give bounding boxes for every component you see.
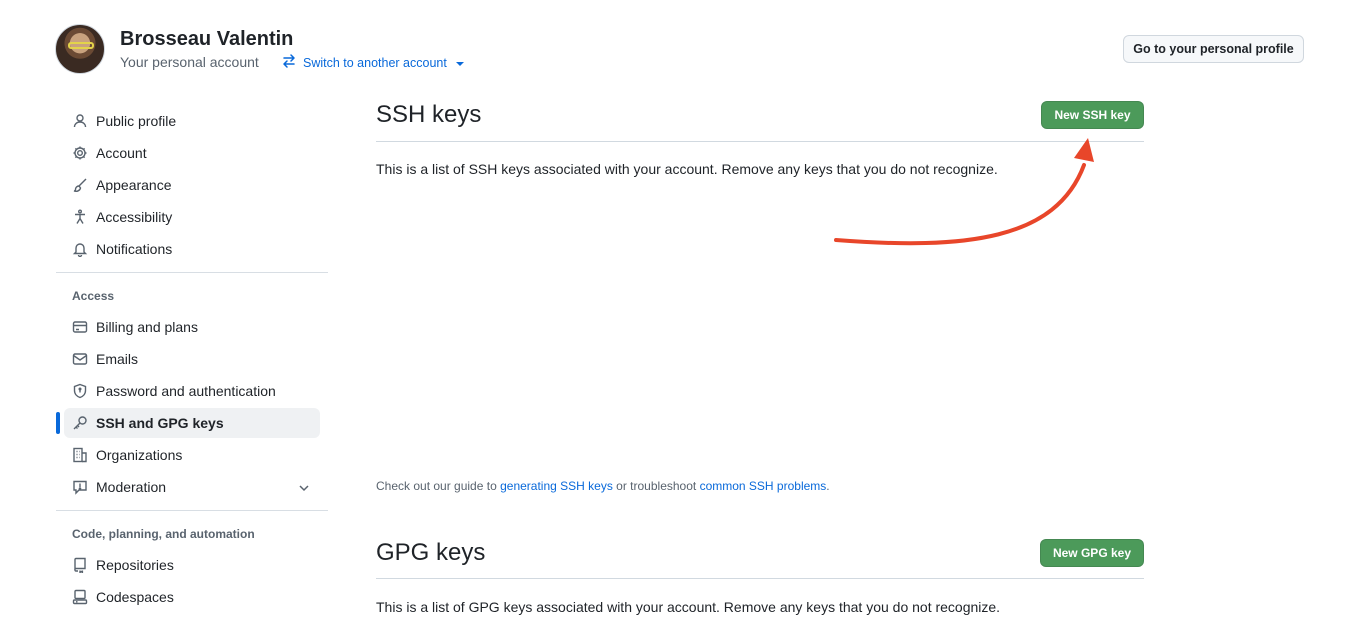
gpg-keys-description: This is a list of GPG keys associated wi… bbox=[376, 599, 1001, 615]
arrow-switch-icon bbox=[281, 53, 297, 72]
paintbrush-icon bbox=[72, 177, 88, 193]
ssh-guide-text: Check out our guide to generating SSH ke… bbox=[376, 479, 830, 493]
report-icon bbox=[72, 479, 88, 495]
go-to-profile-button[interactable]: Go to your personal profile bbox=[1123, 35, 1304, 63]
new-gpg-key-button[interactable]: New GPG key bbox=[1040, 539, 1144, 567]
sidebar-item-emails[interactable]: Emails bbox=[64, 344, 320, 374]
annotation-arrow-icon bbox=[834, 138, 1094, 246]
sidebar-item-label: Account bbox=[96, 145, 147, 161]
sidebar-item-moderation[interactable]: Moderation bbox=[64, 472, 320, 502]
switch-account-label: Switch to another account bbox=[303, 55, 447, 70]
ssh-keys-title: SSH keys bbox=[376, 101, 482, 128]
credit-card-icon bbox=[72, 319, 88, 335]
gpg-keys-title: GPG keys bbox=[376, 539, 486, 566]
sidebar-heading-access: Access bbox=[72, 289, 115, 303]
sidebar-item-label: Organizations bbox=[96, 447, 183, 463]
key-icon bbox=[72, 415, 88, 431]
gear-icon bbox=[72, 145, 88, 161]
sidebar-divider bbox=[56, 510, 328, 511]
sidebar-item-label: Codespaces bbox=[96, 589, 174, 605]
sidebar-item-password[interactable]: Password and authentication bbox=[64, 376, 320, 406]
repo-icon bbox=[72, 557, 88, 573]
sidebar-item-label: Emails bbox=[96, 351, 139, 367]
sidebar-item-notifications[interactable]: Notifications bbox=[64, 234, 320, 264]
person-icon bbox=[72, 113, 88, 129]
new-ssh-key-button[interactable]: New SSH key bbox=[1041, 101, 1144, 129]
sidebar-item-organizations[interactable]: Organizations bbox=[64, 440, 320, 470]
sidebar-item-label: SSH and GPG keys bbox=[96, 415, 224, 431]
sidebar-item-codespaces[interactable]: Codespaces bbox=[64, 582, 320, 612]
account-type-label: Your personal account bbox=[120, 54, 259, 70]
chevron-down-icon[interactable] bbox=[297, 481, 311, 495]
caret-down-icon bbox=[455, 61, 464, 66]
sidebar-item-ssh-gpg-keys[interactable]: SSH and GPG keys bbox=[64, 408, 320, 438]
organization-icon bbox=[72, 447, 88, 463]
sidebar-item-billing[interactable]: Billing and plans bbox=[64, 312, 320, 342]
generating-ssh-keys-link[interactable]: generating SSH keys bbox=[500, 479, 613, 493]
avatar bbox=[55, 24, 105, 74]
bell-icon bbox=[72, 241, 88, 257]
sidebar-heading-code: Code, planning, and automation bbox=[72, 527, 255, 541]
sidebar-item-label: Repositories bbox=[96, 557, 174, 573]
sidebar-item-label: Accessibility bbox=[96, 209, 173, 225]
sidebar-item-label: Billing and plans bbox=[96, 319, 198, 335]
sidebar-item-label: Password and authentication bbox=[96, 383, 276, 399]
guide-middle: or troubleshoot bbox=[616, 479, 697, 493]
sidebar-item-label: Notifications bbox=[96, 241, 173, 257]
active-indicator bbox=[56, 412, 60, 434]
mail-icon bbox=[72, 351, 88, 367]
switch-account-link[interactable]: Switch to another account bbox=[281, 53, 464, 72]
sidebar-item-label: Appearance bbox=[96, 177, 172, 193]
guide-prefix: Check out our guide to bbox=[376, 479, 497, 493]
accessibility-icon bbox=[72, 209, 88, 225]
shield-lock-icon bbox=[72, 383, 88, 399]
sidebar-item-appearance[interactable]: Appearance bbox=[64, 170, 320, 200]
sidebar-item-public-profile[interactable]: Public profile bbox=[64, 106, 320, 136]
user-name: Brosseau Valentin bbox=[120, 28, 294, 50]
sidebar-divider bbox=[56, 272, 328, 273]
sidebar-item-accessibility[interactable]: Accessibility bbox=[64, 202, 320, 232]
section-divider bbox=[376, 578, 1144, 579]
codespaces-icon bbox=[72, 589, 88, 605]
common-ssh-problems-link[interactable]: common SSH problems bbox=[700, 479, 827, 493]
sidebar-item-account[interactable]: Account bbox=[64, 138, 320, 168]
sidebar-item-repositories[interactable]: Repositories bbox=[64, 550, 320, 580]
sidebar-item-label: Moderation bbox=[96, 479, 167, 495]
guide-suffix: . bbox=[826, 479, 830, 493]
sidebar-item-label: Public profile bbox=[96, 113, 177, 129]
